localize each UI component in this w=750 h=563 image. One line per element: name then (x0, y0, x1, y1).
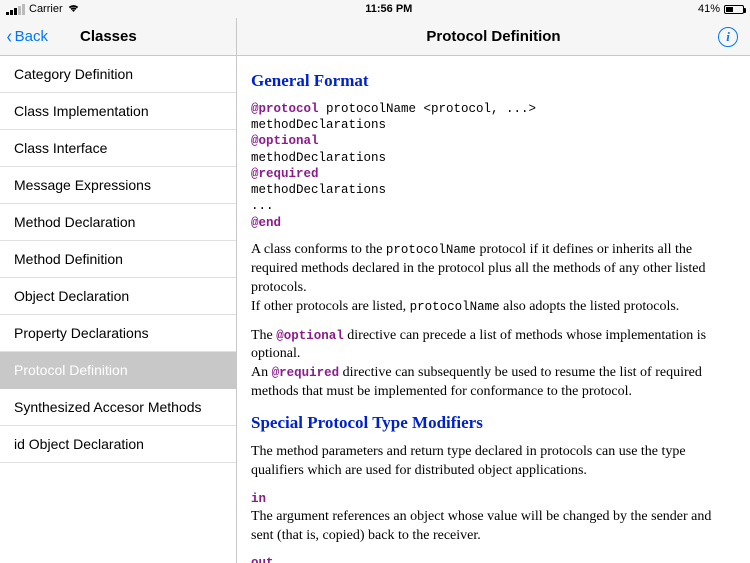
clock: 11:56 PM (365, 3, 412, 15)
paragraph-modifiers-intro: The method parameters and return type de… (251, 443, 736, 481)
heading-special-modifiers: Special Protocol Type Modifiers (251, 412, 736, 435)
sidebar-item[interactable]: Class Implementation (0, 93, 236, 130)
sidebar-item[interactable]: Synthesized Accesor Methods (0, 389, 236, 426)
main-navbar: Protocol Definition i (237, 18, 750, 56)
back-button[interactable]: ‹ Back (6, 27, 48, 47)
battery-text: 41% (698, 3, 720, 15)
sidebar: ‹ Back Classes Category DefinitionClass … (0, 18, 237, 563)
back-label: Back (15, 28, 48, 45)
sidebar-navbar: ‹ Back Classes (0, 18, 236, 56)
sidebar-title: Classes (80, 28, 137, 45)
sidebar-item[interactable]: Message Expressions (0, 167, 236, 204)
sidebar-item[interactable]: id Object Declaration (0, 426, 236, 463)
carrier-label: Carrier (29, 3, 63, 15)
page-title: Protocol Definition (426, 28, 560, 45)
main-pane: Protocol Definition i General Format @pr… (237, 18, 750, 563)
signal-icon (6, 4, 25, 15)
status-bar: Carrier 11:56 PM 41% (0, 0, 750, 18)
paragraph-directives: The @optional directive can precede a li… (251, 327, 736, 403)
sidebar-item[interactable]: Method Declaration (0, 204, 236, 241)
sidebar-item[interactable]: Method Definition (0, 241, 236, 278)
protocol-code-block: @protocol protocolName <protocol, ...> m… (251, 101, 736, 231)
sidebar-list: Category DefinitionClass ImplementationC… (0, 56, 236, 563)
battery-icon (724, 5, 744, 14)
chevron-left-icon: ‹ (7, 27, 12, 47)
content-area: General Format @protocol protocolName <p… (237, 56, 750, 563)
modifier-in: in The argument references an object who… (251, 491, 736, 546)
info-button[interactable]: i (718, 27, 738, 47)
sidebar-item[interactable]: Class Interface (0, 130, 236, 167)
sidebar-item[interactable]: Category Definition (0, 56, 236, 93)
modifier-out: out The argument references an object wh… (251, 555, 736, 563)
sidebar-item[interactable]: Object Declaration (0, 278, 236, 315)
sidebar-item[interactable]: Protocol Definition (0, 352, 236, 389)
heading-general-format: General Format (251, 70, 736, 93)
sidebar-item[interactable]: Property Declarations (0, 315, 236, 352)
paragraph-conforms: A class conforms to the protocolName pro… (251, 241, 736, 317)
wifi-icon (67, 2, 80, 16)
